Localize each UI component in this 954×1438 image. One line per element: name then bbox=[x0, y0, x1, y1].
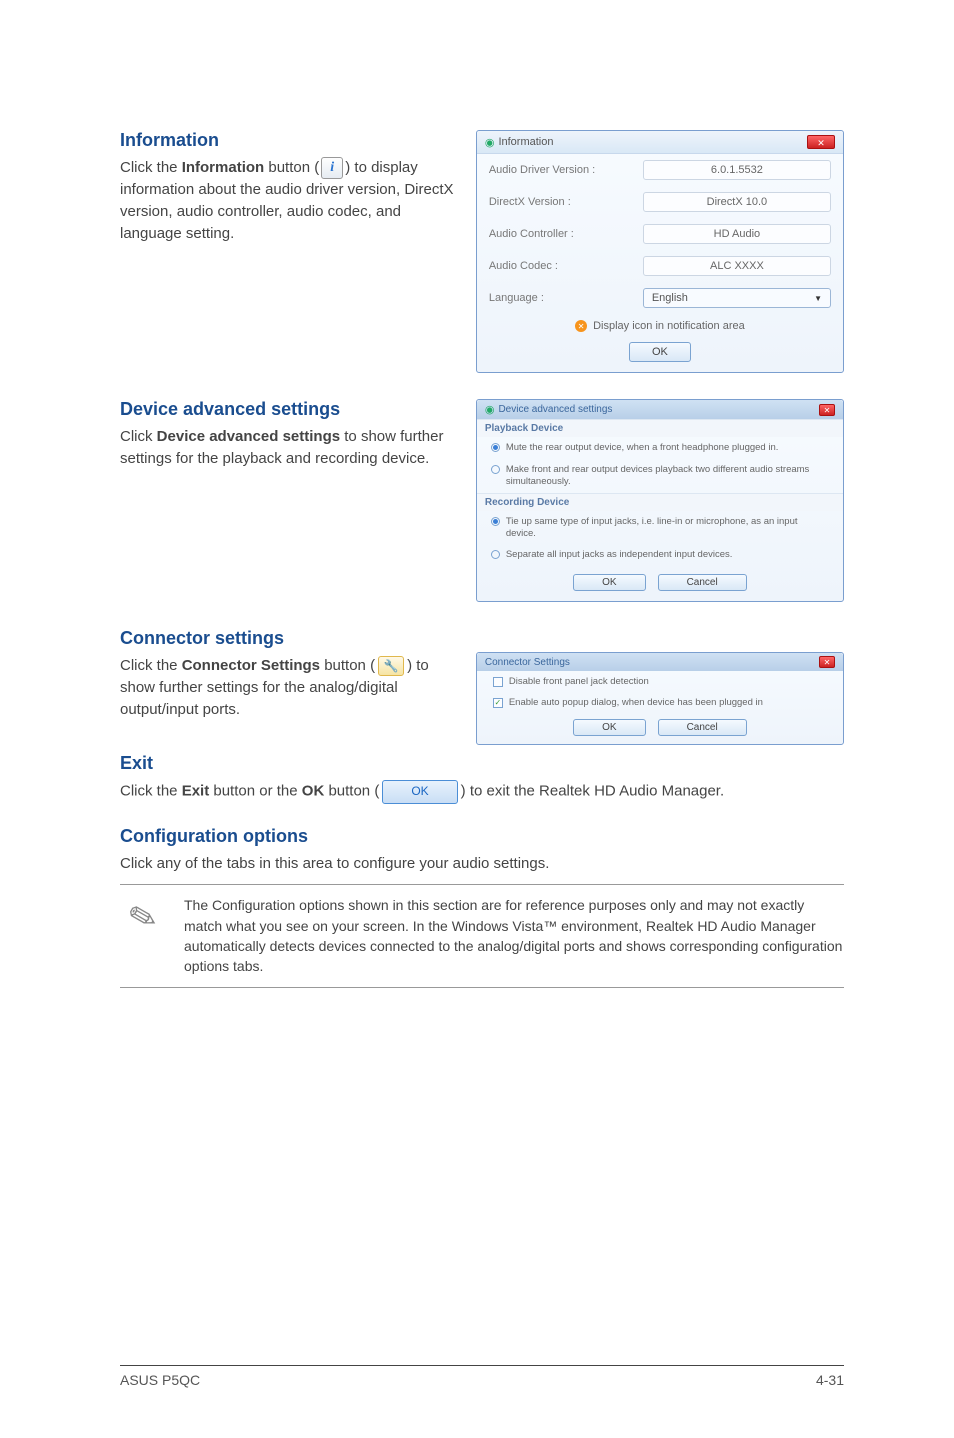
information-dialog: ◉ Information ✕ Audio Driver Version : 6… bbox=[476, 130, 844, 373]
footer-right: 4-31 bbox=[816, 1372, 844, 1388]
device-advanced-dialog: ◉ Device advanced settings ✕ Playback De… bbox=[476, 399, 844, 602]
text: button ( bbox=[264, 159, 319, 176]
text: ) to exit the Realtek HD Audio Manager. bbox=[461, 783, 724, 800]
checkbox-label: Display icon in notification area bbox=[593, 320, 745, 332]
wrench-icon[interactable]: 🔧 bbox=[378, 656, 404, 676]
text-bold: Device advanced settings bbox=[157, 428, 340, 445]
value: HD Audio bbox=[643, 224, 831, 244]
text: button ( bbox=[320, 657, 375, 674]
language-select[interactable]: English ▼ bbox=[643, 288, 831, 308]
text: Click the bbox=[120, 657, 182, 674]
radio-option[interactable]: Separate all input jacks as independent … bbox=[477, 544, 843, 566]
radio-icon bbox=[491, 517, 500, 526]
connector-body: Click the Connector Settings button (🔧) … bbox=[120, 655, 460, 720]
close-icon[interactable]: ✕ bbox=[819, 404, 835, 416]
connector-settings-dialog: Connector Settings ✕ Disable front panel… bbox=[476, 652, 844, 745]
value: ALC XXXX bbox=[643, 256, 831, 276]
text-bold: OK bbox=[302, 783, 325, 800]
text: Click bbox=[120, 428, 157, 445]
label: Audio Driver Version : bbox=[489, 164, 643, 176]
radio-icon bbox=[491, 443, 500, 452]
exit-body: Click the Exit button or the OK button (… bbox=[120, 780, 844, 803]
radio-label: Tie up same type of input jacks, i.e. li… bbox=[506, 516, 829, 540]
info-row: DirectX Version : DirectX 10.0 bbox=[477, 186, 843, 218]
checkbox-label: Disable front panel jack detection bbox=[509, 676, 649, 687]
device-advanced-heading: Device advanced settings bbox=[120, 399, 460, 420]
text: Click the bbox=[120, 159, 182, 176]
info-row: Audio Controller : HD Audio bbox=[477, 218, 843, 250]
notify-checkbox-row[interactable]: ✕ Display icon in notification area bbox=[477, 314, 843, 334]
pencil-icon: ✎ bbox=[115, 890, 171, 946]
label: Language : bbox=[489, 292, 643, 304]
text: button ( bbox=[324, 783, 379, 800]
text-bold: Connector Settings bbox=[182, 657, 320, 674]
selected-value: English bbox=[652, 292, 688, 304]
text-bold: Exit bbox=[182, 783, 210, 800]
dialog-titlebar: ◉ Information ✕ bbox=[477, 131, 843, 154]
dialog-title: Information bbox=[498, 136, 553, 148]
device-advanced-body: Click Device advanced settings to show f… bbox=[120, 426, 460, 470]
radio-icon bbox=[491, 550, 500, 559]
checkbox-option[interactable]: Disable front panel jack detection bbox=[477, 671, 843, 692]
checkbox-icon bbox=[493, 677, 503, 687]
info-icon[interactable]: i bbox=[321, 157, 343, 179]
dialog-titlebar: Connector Settings ✕ bbox=[477, 653, 843, 671]
globe-icon: ◉ bbox=[485, 136, 495, 149]
dialog-title: Connector Settings bbox=[485, 657, 570, 668]
close-icon[interactable]: ✕ bbox=[807, 135, 835, 149]
radio-option[interactable]: Make front and rear output devices playb… bbox=[477, 459, 843, 493]
text: button or the bbox=[209, 783, 302, 800]
chevron-down-icon: ▼ bbox=[814, 294, 822, 303]
radio-icon bbox=[491, 465, 500, 474]
checkbox-icon: ✓ bbox=[493, 698, 503, 708]
page-footer: ASUS P5QC 4-31 bbox=[120, 1365, 844, 1388]
radio-label: Mute the rear output device, when a fron… bbox=[506, 442, 779, 454]
text-bold: Information bbox=[182, 159, 265, 176]
connector-heading: Connector settings bbox=[120, 628, 460, 649]
ok-button[interactable]: OK bbox=[573, 574, 645, 591]
ok-button[interactable]: OK bbox=[629, 342, 691, 362]
disallow-icon: ✕ bbox=[575, 320, 587, 332]
information-body: Click the Information button (i) to disp… bbox=[120, 157, 460, 244]
globe-icon: ◉ bbox=[485, 403, 495, 416]
radio-option[interactable]: Tie up same type of input jacks, i.e. li… bbox=[477, 511, 843, 545]
ok-button[interactable]: OK bbox=[573, 719, 645, 736]
radio-label: Make front and rear output devices playb… bbox=[506, 464, 829, 488]
ok-button-inline[interactable]: OK bbox=[382, 780, 457, 803]
info-row: Audio Codec : ALC XXXX bbox=[477, 250, 843, 282]
dialog-title: Device advanced settings bbox=[498, 404, 612, 415]
text: Click the bbox=[120, 783, 182, 800]
cancel-button[interactable]: Cancel bbox=[658, 574, 747, 591]
cancel-button[interactable]: Cancel bbox=[658, 719, 747, 736]
value: DirectX 10.0 bbox=[643, 192, 831, 212]
checkbox-label: Enable auto popup dialog, when device ha… bbox=[509, 697, 763, 708]
note-box: ✎ The Configuration options shown in thi… bbox=[120, 884, 844, 987]
config-body: Click any of the tabs in this area to co… bbox=[120, 853, 844, 875]
info-row-language: Language : English ▼ bbox=[477, 282, 843, 314]
config-heading: Configuration options bbox=[120, 826, 844, 847]
close-icon[interactable]: ✕ bbox=[819, 656, 835, 668]
label: Audio Codec : bbox=[489, 260, 643, 272]
label: Audio Controller : bbox=[489, 228, 643, 240]
information-heading: Information bbox=[120, 130, 460, 151]
group-header: Playback Device bbox=[477, 419, 843, 437]
dialog-titlebar: ◉ Device advanced settings ✕ bbox=[477, 400, 843, 419]
info-row: Audio Driver Version : 6.0.1.5532 bbox=[477, 154, 843, 186]
group-header: Recording Device bbox=[477, 493, 843, 511]
label: DirectX Version : bbox=[489, 196, 643, 208]
note-text: The Configuration options shown in this … bbox=[184, 895, 844, 976]
value: 6.0.1.5532 bbox=[643, 160, 831, 180]
checkbox-option[interactable]: ✓ Enable auto popup dialog, when device … bbox=[477, 692, 843, 713]
radio-label: Separate all input jacks as independent … bbox=[506, 549, 733, 561]
radio-option[interactable]: Mute the rear output device, when a fron… bbox=[477, 437, 843, 459]
exit-heading: Exit bbox=[120, 753, 844, 774]
footer-left: ASUS P5QC bbox=[120, 1372, 200, 1388]
